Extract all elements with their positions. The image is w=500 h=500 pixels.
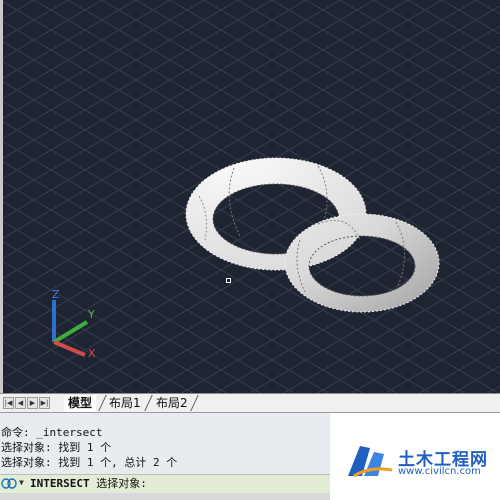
command-prompt: 选择对象: — [96, 477, 147, 490]
model-space-canvas[interactable]: Z Y X — [0, 0, 500, 393]
command-line[interactable]: ▼ INTERSECT 选择对象: — [0, 474, 330, 493]
first-tab-icon[interactable]: |◀ — [3, 397, 14, 409]
prev-tab-icon[interactable]: ◀ — [15, 397, 26, 409]
torus-ring-b[interactable] — [0, 0, 500, 393]
last-tab-icon[interactable]: ▶| — [39, 397, 50, 409]
status-strip — [0, 493, 330, 500]
command-input[interactable]: INTERSECT 选择对象: — [30, 475, 147, 493]
ucs-y-label: Y — [87, 308, 95, 321]
command-line-icon[interactable] — [1, 478, 17, 489]
viewport-border — [0, 0, 3, 393]
layout-tab-bar: |◀ ◀ ▶ ▶| 模型 布局1 布局2 — [0, 393, 500, 413]
tab-model[interactable]: 模型 — [64, 395, 97, 412]
history-line: 选择对象: 找到 1 个 — [1, 441, 112, 454]
watermark-url: www.civilcn.com — [398, 466, 481, 477]
drawing-viewport[interactable]: Z Y X — [0, 0, 500, 393]
history-line: 命令: _intersect — [1, 426, 103, 439]
chevron-down-icon[interactable]: ▼ — [19, 478, 24, 487]
command-history-panel: 命令: _intersect 选择对象: 找到 1 个 选择对象: 找到 1 个… — [0, 413, 330, 474]
ucs-x-label: X — [88, 347, 96, 360]
ucs-z-label: Z — [52, 288, 60, 301]
next-tab-icon[interactable]: ▶ — [27, 397, 38, 409]
history-line: 选择对象: 找到 1 个, 总计 2 个 — [1, 456, 178, 469]
tab-layout2[interactable]: 布局2 — [152, 395, 192, 412]
command-name: INTERSECT — [30, 477, 90, 490]
tab-layout1[interactable]: 布局1 — [105, 395, 145, 412]
pickbox-cursor — [226, 278, 231, 283]
